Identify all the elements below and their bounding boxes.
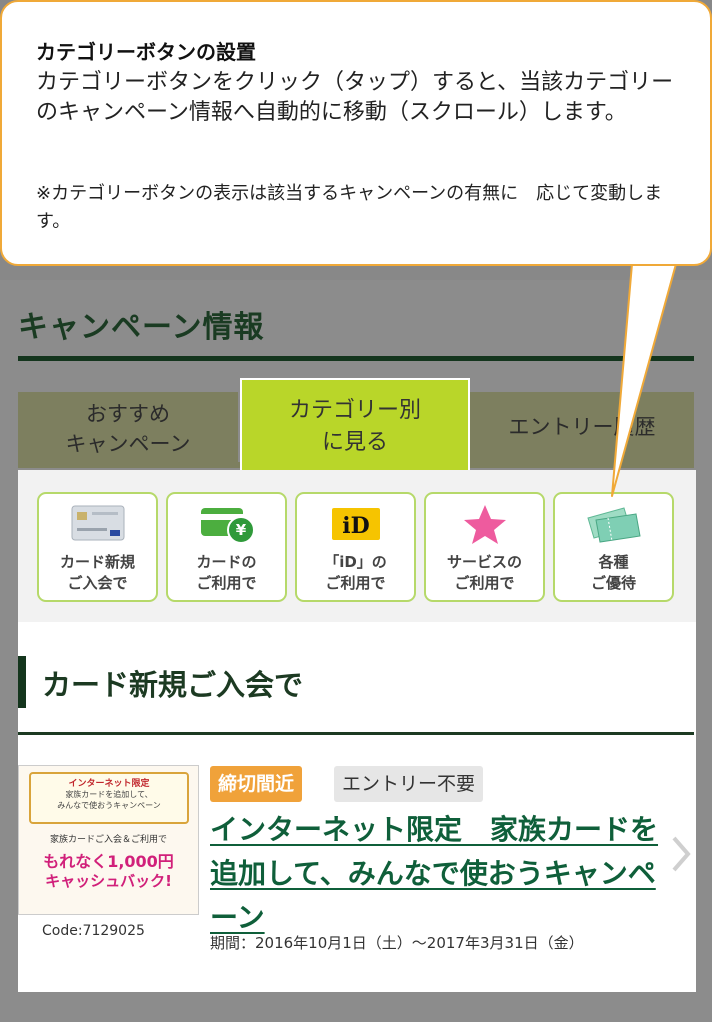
tickets-icon bbox=[586, 507, 641, 543]
campaign-title-link[interactable]: インターネット限定 家族カードを追加して、みんなで使おうキャンペーン bbox=[210, 808, 680, 940]
callout-box: カテゴリーボタンの設置 カテゴリーボタンをクリック（タップ）すると、当該カテゴリ… bbox=[0, 0, 712, 266]
tab-by-category-line1: カテゴリー別 bbox=[288, 398, 421, 423]
category-button-new-card[interactable]: カード新規 ご入会で bbox=[37, 492, 158, 602]
thumbnail-banner: インターネット限定 家族カードを追加して、 みんなで使おうキャンペーン bbox=[29, 772, 189, 824]
tab-recommended-line2: キャンペーン bbox=[65, 432, 191, 456]
svg-text:¥: ¥ bbox=[235, 521, 246, 539]
id-logo-icon: iD bbox=[331, 508, 380, 540]
category-button-benefits[interactable]: 各種 ご優待 bbox=[553, 492, 674, 602]
category-label: カード新規 ご入会で bbox=[59, 553, 135, 592]
thumbnail-offer: もれなく1,000円 bbox=[43, 852, 174, 871]
tab-by-category[interactable]: カテゴリー別 に見る bbox=[240, 378, 470, 470]
entry-badge: エントリー不要 bbox=[334, 766, 484, 802]
deadline-badge: 締切間近 bbox=[210, 766, 303, 802]
card-yen-icon: ¥ bbox=[200, 508, 255, 544]
credit-card-icon bbox=[71, 505, 124, 541]
campaign-period: 期間：2016年10月1日（土）～2017年3月31日（金） bbox=[210, 934, 584, 952]
category-label: 「iD」の ご利用で bbox=[324, 553, 387, 592]
section-accent-bar bbox=[18, 656, 26, 708]
thumbnail-caption: 家族カードご入会＆ご利用で bbox=[49, 835, 167, 845]
title-divider bbox=[18, 356, 694, 361]
page-title: キャンペーン情報 bbox=[18, 310, 265, 345]
callout-note: ※カテゴリーボタンの表示は該当するキャンペーンの有無に 応じて変動します。 bbox=[36, 183, 663, 232]
category-panel: カード新規 ご入会で ¥ カードの ご利用で iD 「iD」の ご利用で サービ… bbox=[18, 470, 696, 992]
svg-text:iD: iD bbox=[342, 513, 369, 539]
callout-heading: カテゴリーボタンの設置 bbox=[36, 40, 256, 64]
callout-body: カテゴリーボタンをクリック（タップ）すると、当該カテゴリーのキャンペーン情報へ自… bbox=[36, 70, 674, 125]
tab-recommended-line1: おすすめ bbox=[86, 402, 170, 426]
star-icon bbox=[463, 505, 506, 544]
category-button-area: カード新規 ご入会で ¥ カードの ご利用で iD 「iD」の ご利用で サービ… bbox=[18, 470, 696, 622]
section-title: カード新規ご入会で bbox=[42, 668, 304, 702]
campaign-code: Code:7129025 bbox=[42, 923, 145, 939]
chevron-right-icon[interactable] bbox=[670, 834, 692, 874]
category-label: カードの ご利用で bbox=[196, 553, 257, 592]
section-divider bbox=[18, 732, 694, 735]
category-button-card-usage[interactable]: ¥ カードの ご利用で bbox=[166, 492, 287, 602]
tab-by-category-line2: に見る bbox=[321, 430, 388, 455]
campaign-thumbnail[interactable]: インターネット限定 家族カードを追加して、 みんなで使おうキャンペーン 家族カー… bbox=[18, 765, 199, 915]
thumbnail-cashback: キャッシュバック! bbox=[45, 872, 172, 890]
category-button-id-usage[interactable]: iD 「iD」の ご利用で bbox=[295, 492, 416, 602]
category-label: サービスの ご利用で bbox=[446, 553, 522, 592]
category-button-service-usage[interactable]: サービスの ご利用で bbox=[424, 492, 545, 602]
tab-entry-history[interactable]: エントリー履歴 bbox=[470, 392, 694, 464]
campaign-page: キャンペーン情報 おすすめ キャンペーン カテゴリー別 に見る エントリー履歴 … bbox=[0, 280, 712, 1022]
tab-recommended[interactable]: おすすめ キャンペーン bbox=[18, 392, 238, 464]
category-label: 各種 ご優待 bbox=[590, 553, 636, 592]
tab-entry-history-label: エントリー履歴 bbox=[508, 415, 656, 439]
